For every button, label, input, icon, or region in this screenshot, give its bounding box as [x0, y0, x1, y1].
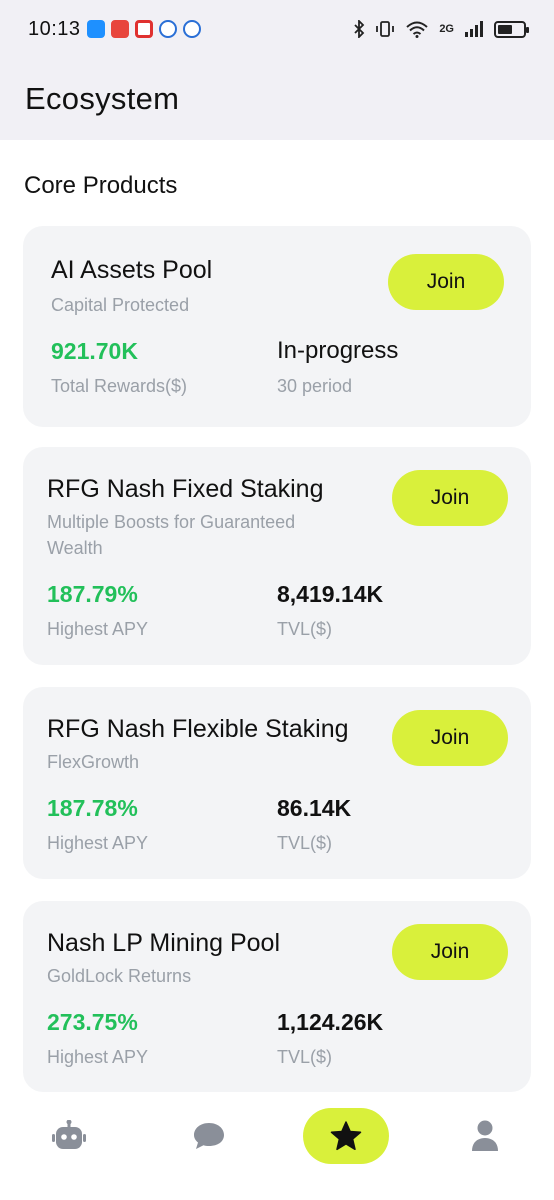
wifi-icon	[406, 21, 428, 38]
stat-label-highest-apy: Highest APY	[47, 619, 149, 639]
stat-label-tvl: TVL($)	[277, 1047, 333, 1067]
user-icon	[472, 1120, 498, 1151]
join-button[interactable]: Join	[388, 254, 504, 310]
stat-value-tvl: 1,124.26K	[277, 1009, 384, 1035]
card-title: AI Assets Pool	[51, 256, 213, 284]
join-button[interactable]: Join	[392, 924, 508, 980]
stat-value-tvl: 86.14K	[277, 795, 352, 821]
bluetooth-icon	[354, 20, 365, 38]
stat-label-highest-apy: Highest APY	[47, 1047, 149, 1067]
card-subtitle: Capital Protected	[51, 295, 190, 315]
join-button[interactable]: Join	[392, 710, 508, 766]
vibrate-icon	[376, 21, 395, 37]
red-square-app-icon	[134, 20, 153, 38]
product-card-ai-assets-pool[interactable]: AI Assets Pool Capital Protected Join 92…	[23, 226, 531, 427]
stat-value-highest-apy: 273.75%	[47, 1009, 138, 1035]
tab-chat[interactable]	[186, 1108, 232, 1164]
bottom-tab-bar	[0, 1100, 554, 1200]
stat-value-tvl: 8,419.14K	[277, 581, 384, 607]
star-icon	[330, 1121, 362, 1151]
card-title: Nash LP Mining Pool	[47, 929, 281, 957]
product-card-flexible-staking[interactable]: RFG Nash Flexible Staking FlexGrowth Joi…	[23, 687, 531, 879]
stat-label-highest-apy: Highest APY	[47, 833, 149, 853]
stat-label-period: 30 period	[277, 376, 353, 396]
cloud-app-icon	[86, 20, 105, 38]
signal-icon	[465, 21, 483, 37]
tab-ecosystem[interactable]	[303, 1108, 389, 1164]
stat-value-status: In-progress	[277, 337, 399, 364]
card-subtitle: FlexGrowth	[47, 752, 140, 772]
join-button[interactable]: Join	[392, 470, 508, 526]
robot-icon	[52, 1120, 86, 1149]
card-subtitle: GoldLock Returns	[47, 966, 192, 986]
bank-app-icon	[158, 20, 177, 38]
stat-value-highest-apy: 187.78%	[47, 795, 138, 821]
product-card-fixed-staking[interactable]: RFG Nash Fixed Staking Multiple Boosts f…	[23, 447, 531, 665]
page-header: Ecosystem	[0, 58, 554, 140]
stat-label-total-rewards: Total Rewards($)	[51, 376, 188, 396]
section-title: Core Products	[24, 172, 178, 199]
network-type: 2G	[439, 23, 454, 35]
tab-profile[interactable]	[462, 1108, 508, 1164]
status-time: 10:13	[28, 17, 81, 40]
chat-bubble-icon	[194, 1123, 224, 1149]
product-card-lp-mining-pool[interactable]: Nash LP Mining Pool GoldLock Returns Joi…	[23, 901, 531, 1092]
card-title: RFG Nash Flexible Staking	[47, 715, 349, 743]
card-subtitle: Multiple Boosts for Guaranteed Wealth	[47, 512, 296, 558]
page-title: Ecosystem	[25, 81, 180, 116]
stat-value-total-rewards: 921.70K	[51, 338, 138, 364]
battery-icon	[494, 20, 529, 38]
tab-robot[interactable]	[46, 1108, 92, 1164]
stat-label-tvl: TVL($)	[277, 619, 333, 639]
stat-label-tvl: TVL($)	[277, 833, 333, 853]
stat-value-highest-apy: 187.79%	[47, 581, 138, 607]
notification-icons	[86, 20, 201, 38]
bank-app-icon-2	[182, 20, 201, 38]
status-bar: 10:13 2G	[0, 0, 554, 58]
system-icons: 2G	[353, 20, 529, 38]
red-app-icon	[110, 20, 129, 38]
card-title: RFG Nash Fixed Staking	[47, 475, 324, 503]
